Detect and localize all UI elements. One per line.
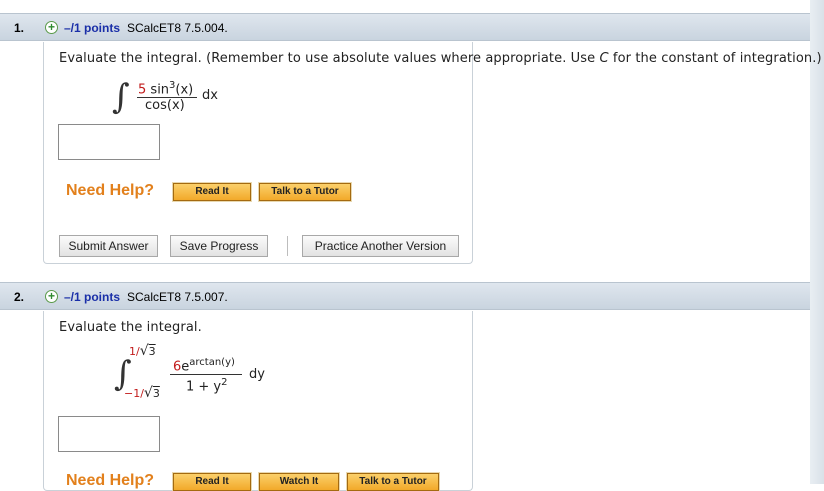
q1-differential: dx — [202, 88, 218, 103]
q2-integrand-denominator: 1 + y2 — [186, 377, 228, 395]
button-divider — [287, 236, 288, 256]
right-scroll-strip — [810, 0, 824, 484]
question-2-prompt: Evaluate the integral. — [59, 320, 202, 335]
need-help-label-1: Need Help? — [66, 182, 155, 199]
integral-sign: ∫ — [112, 77, 130, 117]
question-2-code: SCalcET8 7.5.007. — [127, 290, 228, 304]
question-2-body — [43, 311, 473, 491]
question-1-code: SCalcET8 7.5.004. — [127, 21, 228, 35]
question-2-number: 2. — [14, 290, 25, 304]
answer-input-1[interactable] — [58, 124, 160, 160]
need-help-label-2: Need Help? — [66, 472, 155, 489]
talk-to-tutor-button-1[interactable]: Talk to a Tutor — [258, 182, 352, 202]
talk-to-tutor-button-2[interactable]: Talk to a Tutor — [346, 472, 440, 491]
lower-limit: −1/√3 — [124, 385, 160, 401]
question-1-points: –/1 points — [64, 21, 121, 35]
read-it-button-1[interactable]: Read It — [172, 182, 252, 202]
question-2-points: –/1 points — [64, 290, 121, 304]
q2-differential: dy — [249, 367, 265, 382]
question-1-header: 1. + –/1 points SCalcET8 7.5.004. — [0, 13, 810, 41]
question-2-header: 2. + –/1 points SCalcET8 7.5.007. — [0, 282, 810, 310]
read-it-button-2[interactable]: Read It — [172, 472, 252, 491]
q1-integrand-denominator: cos(x) — [145, 98, 185, 113]
q2-fraction-line — [170, 374, 242, 375]
submit-answer-button[interactable]: Submit Answer — [59, 235, 158, 257]
expand-plus-icon[interactable]: + — [45, 21, 58, 34]
practice-another-version-button[interactable]: Practice Another Version — [302, 235, 459, 257]
expand-plus-icon[interactable]: + — [45, 290, 58, 303]
question-1-number: 1. — [14, 21, 25, 35]
q2-integrand-numerator: 6earctan(y) — [173, 357, 235, 375]
save-progress-button[interactable]: Save Progress — [170, 235, 268, 257]
question-1-prompt: Evaluate the integral. (Remember to use … — [59, 51, 822, 66]
q1-integrand-numerator: 5 sin3(x) — [138, 80, 194, 98]
answer-input-2[interactable] — [58, 416, 160, 452]
upper-limit: 1/√3 — [129, 343, 156, 359]
watch-it-button-2[interactable]: Watch It — [258, 472, 340, 491]
